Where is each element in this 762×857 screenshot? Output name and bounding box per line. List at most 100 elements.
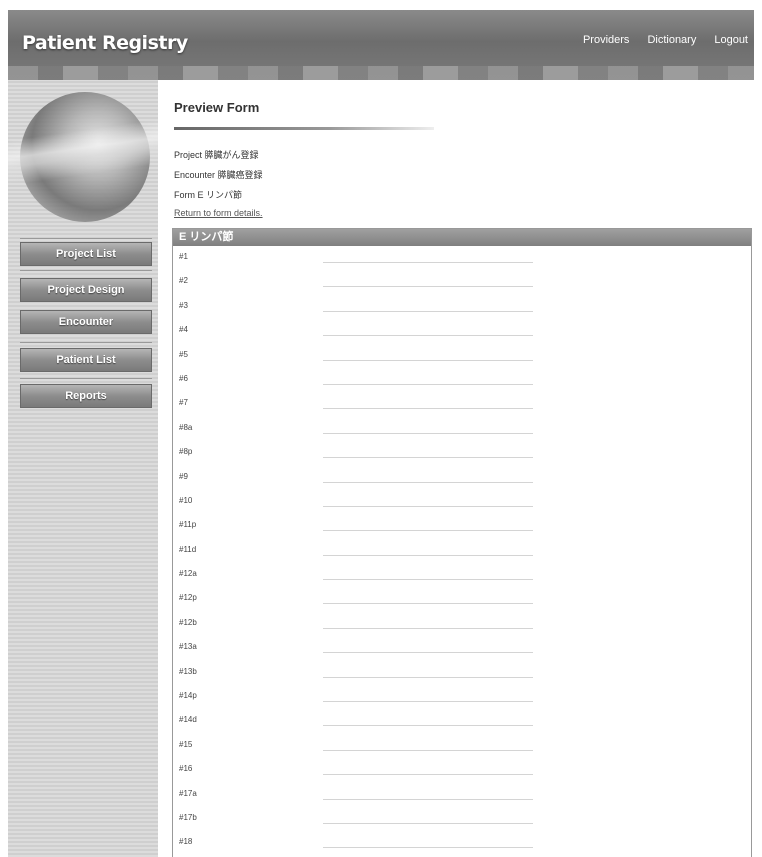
row-input-line[interactable]: [323, 408, 533, 410]
row-input-line[interactable]: [323, 383, 533, 385]
row-label: #10: [179, 495, 193, 505]
row-input-line[interactable]: [323, 652, 533, 654]
row-label: #16: [179, 764, 193, 774]
form-row: #9: [173, 466, 751, 490]
row-input-line[interactable]: [323, 725, 533, 727]
row-input-line[interactable]: [323, 579, 533, 581]
sidebar-divider: [20, 270, 152, 271]
form-row: #7: [173, 392, 751, 416]
row-label: #11d: [179, 544, 197, 554]
row-input-line[interactable]: [323, 310, 533, 312]
form-row: #12b: [173, 612, 751, 636]
sidebar-divider: [20, 342, 152, 343]
form-row: #8p: [173, 441, 751, 465]
row-label: #14d: [179, 715, 197, 725]
form-row: #4: [173, 319, 751, 343]
form-row: #18: [173, 831, 751, 855]
project-info: Project 膵臓がん登録: [174, 150, 259, 160]
row-label: #9: [179, 471, 188, 481]
form-row: #15: [173, 734, 751, 758]
sidebar-item-patient-list[interactable]: Patient List: [20, 348, 152, 372]
form-row: #10: [173, 490, 751, 514]
row-label: #11p: [179, 520, 197, 530]
row-label: #14p: [179, 691, 197, 701]
row-label: #5: [179, 349, 188, 359]
sidebar-item-project-list[interactable]: Project List: [20, 242, 152, 266]
row-input-line[interactable]: [323, 505, 533, 507]
row-input-line[interactable]: [323, 481, 533, 483]
row-label: #12p: [179, 593, 197, 603]
top-nav: Providers Dictionary Logout: [583, 34, 748, 46]
form-row: #11p: [173, 514, 751, 538]
row-input-line[interactable]: [323, 554, 533, 556]
sidebar-item-project-design[interactable]: Project Design: [20, 278, 152, 302]
row-input-line[interactable]: [323, 359, 533, 361]
row-label: #13b: [179, 666, 197, 676]
row-label: #4: [179, 325, 188, 335]
row-label: #8p: [179, 447, 193, 457]
form-row: #11d: [173, 539, 751, 563]
encounter-info: Encounter 膵臓癌登録: [174, 170, 263, 180]
row-input-line[interactable]: [323, 627, 533, 629]
form-info: Form E リンパ節: [174, 190, 243, 200]
sidebar: Project List Project Design Encounter Pa…: [8, 80, 158, 857]
row-input-line[interactable]: [323, 286, 533, 288]
form-row: #14d: [173, 709, 751, 733]
title-divider: [174, 127, 434, 130]
sidebar-divider: [20, 238, 152, 239]
row-label: #6: [179, 373, 188, 383]
header-bar: Patient Registry Providers Dictionary Lo…: [8, 10, 754, 80]
row-label: #8a: [179, 422, 193, 432]
form-row: #8a: [173, 417, 751, 441]
sidebar-item-reports[interactable]: Reports: [20, 384, 152, 408]
row-input-line[interactable]: [323, 822, 533, 824]
row-input-line[interactable]: [323, 847, 533, 849]
row-input-line[interactable]: [323, 262, 533, 263]
nav-logout-link[interactable]: Logout: [714, 34, 748, 46]
row-input-line[interactable]: [323, 701, 533, 703]
form-row: #12p: [173, 587, 751, 611]
form-row: #1: [173, 246, 751, 270]
row-input-line[interactable]: [323, 676, 533, 678]
row-input-line[interactable]: [323, 432, 533, 434]
row-label: #15: [179, 739, 193, 749]
form-row: #13b: [173, 661, 751, 685]
form-row: #12a: [173, 563, 751, 587]
nav-providers-link[interactable]: Providers: [583, 34, 629, 46]
form-row: #14p: [173, 685, 751, 709]
app-title: Patient Registry: [22, 32, 188, 54]
row-label: #13a: [179, 642, 197, 652]
row-input-line[interactable]: [323, 530, 533, 532]
row-label: #3: [179, 300, 188, 310]
form-row: #17a: [173, 783, 751, 807]
row-label: #17a: [179, 788, 197, 798]
row-input-line[interactable]: [323, 749, 533, 751]
row-label: #7: [179, 398, 188, 408]
row-input-line[interactable]: [323, 457, 533, 459]
form-row: #16: [173, 758, 751, 782]
row-label: #17b: [179, 812, 197, 822]
form-row: #2: [173, 270, 751, 294]
form-row: #17b: [173, 807, 751, 831]
row-input-line[interactable]: [323, 774, 533, 776]
return-to-form-details-link[interactable]: Return to form details.: [174, 208, 263, 218]
form-row: #3: [173, 295, 751, 319]
row-input-line[interactable]: [323, 603, 533, 605]
row-label: #1: [179, 252, 188, 261]
form-row: #5: [173, 344, 751, 368]
nav-dictionary-link[interactable]: Dictionary: [647, 34, 696, 46]
row-label: #18: [179, 837, 193, 847]
form-rows: #1 #2 #3 #4 #5 #6 #7 #8a #8p #9 #10 #11p #11d #12a #12…: [173, 246, 751, 856]
row-input-line[interactable]: [323, 335, 533, 337]
sidebar-item-encounter[interactable]: Encounter: [20, 310, 152, 334]
panel-title: E リンパ節: [173, 229, 751, 246]
row-label: #12b: [179, 617, 197, 627]
app-window: Patient Registry Providers Dictionary Lo…: [8, 10, 754, 857]
page-title: Preview Form: [174, 100, 260, 115]
sidebar-divider: [20, 378, 152, 379]
form-preview-panel: E リンパ節 #1 #2 #3 #4 #5 #6 #7 #8a #8p #9 #10 #11p #11d…: [172, 228, 752, 857]
form-row: #13a: [173, 636, 751, 660]
row-label: #2: [179, 276, 188, 286]
form-row: #6: [173, 368, 751, 392]
row-input-line[interactable]: [323, 798, 533, 800]
